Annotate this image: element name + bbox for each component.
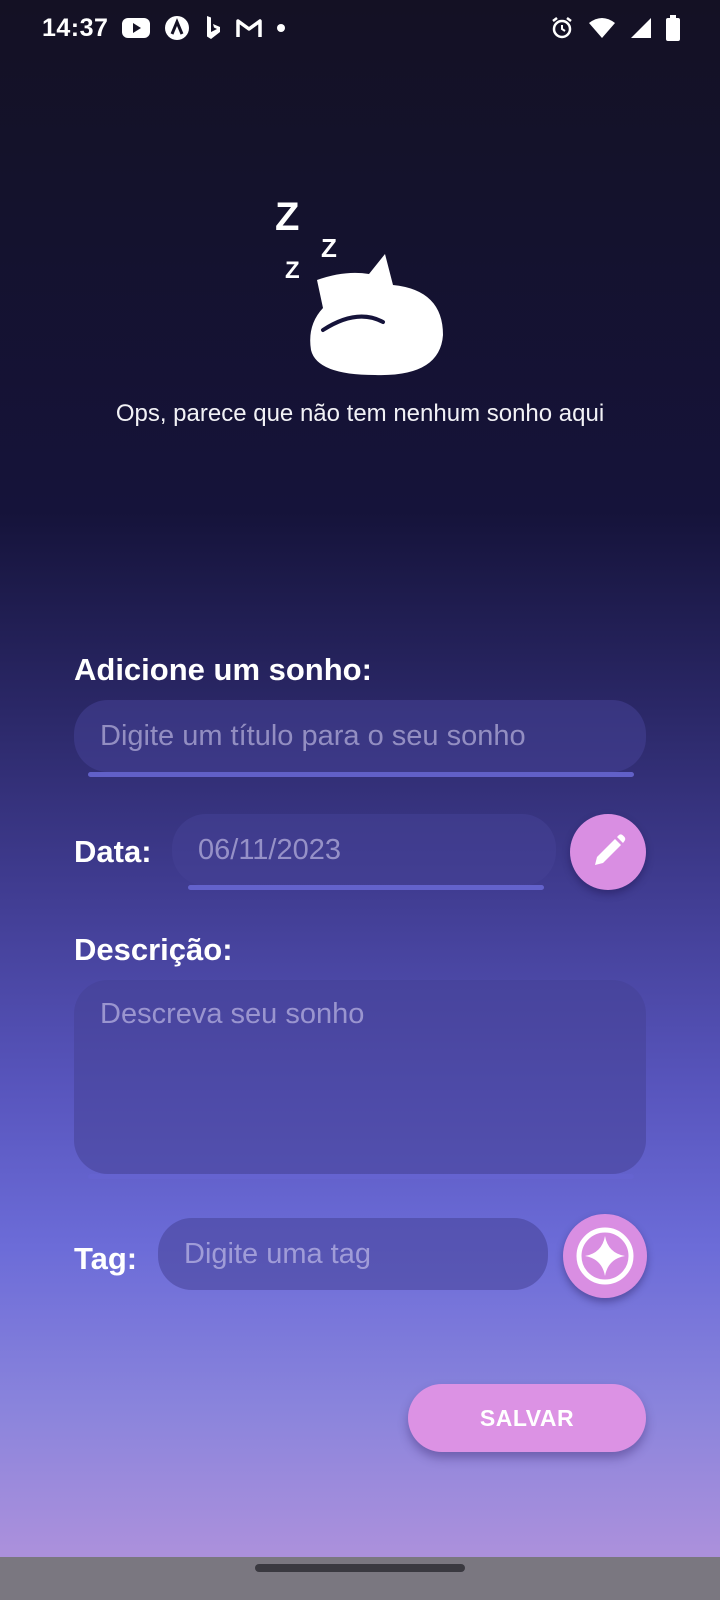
date-field[interactable]: 06/11/2023 [172,814,556,886]
gmail-icon [236,18,263,38]
description-input[interactable] [74,980,646,1174]
dot-icon [276,23,286,33]
title-underline [88,772,634,777]
status-right [550,15,680,41]
status-left: 14:37 [42,14,286,43]
save-button[interactable]: SALVAR [408,1384,646,1452]
wifi-icon [588,17,616,39]
description-label: Descrição: [74,932,233,967]
zz-medium: Z [321,233,337,263]
form-heading: Adicione um sonho: [74,652,372,687]
nebula-icon [164,15,190,41]
status-time: 14:37 [42,13,109,42]
sleeping-cat-icon: Z Z Z [275,195,443,376]
empty-state: Z Z Z Ops, parece que não tem nenhum son… [0,190,720,428]
battery-icon [666,15,680,41]
pencil-icon [595,834,626,865]
zz-large: Z [275,195,299,239]
tag-button[interactable] [563,1214,647,1298]
sparkle-icon [576,1227,634,1285]
home-handle[interactable] [255,1564,465,1572]
description-underline [88,1174,634,1179]
date-label: Data: [74,834,152,869]
bing-icon [204,15,222,41]
edit-date-button[interactable] [570,814,646,890]
tag-label: Tag: [74,1241,138,1276]
signal-icon [630,17,652,39]
empty-message: Ops, parece que não tem nenhum sonho aqu… [115,400,605,427]
alarm-icon [550,16,574,40]
tag-input[interactable] [158,1218,548,1290]
status-bar: 14:37 [0,0,720,56]
youtube-icon [122,17,151,39]
date-underline [188,885,544,890]
title-input[interactable] [74,700,646,772]
zz-small: Z [285,257,300,284]
